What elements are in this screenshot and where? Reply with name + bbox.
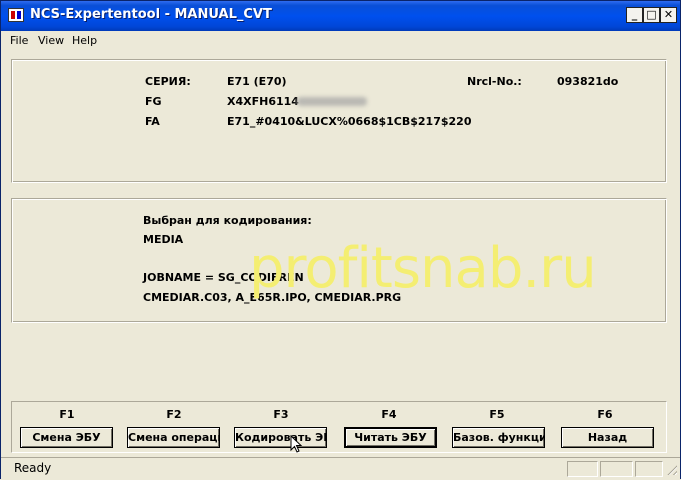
close-button[interactable]: ✕: [660, 7, 677, 23]
back-button[interactable]: Назад: [561, 427, 654, 448]
basic-functions-button[interactable]: Базов. функции: [452, 427, 545, 448]
change-ecu-button[interactable]: Смена ЭБУ: [20, 427, 113, 448]
status-text: Ready: [14, 461, 52, 475]
watermark-text: profitsnab.ru: [249, 236, 597, 301]
nrcl-value: 093821do: [557, 75, 619, 88]
f6-key-label: F6: [597, 408, 613, 421]
maximize-button[interactable]: □: [643, 7, 660, 23]
status-bar: Ready: [1, 457, 680, 480]
status-cell: [567, 461, 598, 477]
fa-value: E71_#0410&LUCX%0668$1CB$217$220: [227, 115, 472, 128]
menu-bar: File View Help: [1, 31, 680, 50]
f1-key-label: F1: [59, 408, 75, 421]
change-operation-button[interactable]: Смена операции: [127, 427, 220, 448]
title-bar[interactable]: NCS-Expertentool - MANUAL_CVT _ □ ✕: [1, 1, 680, 31]
menu-file[interactable]: File: [10, 34, 28, 47]
f2-key-label: F2: [166, 408, 182, 421]
redacted-vin-blur: [297, 97, 367, 106]
app-icon: [8, 8, 24, 22]
mouse-cursor-icon: [290, 435, 303, 453]
nrcl-label: Nrcl-No.:: [467, 75, 522, 88]
code-ecu-button[interactable]: Кодировать ЭБУ: [234, 427, 327, 448]
window-title: NCS-Expertentool - MANUAL_CVT: [30, 7, 272, 22]
status-cell: [635, 461, 663, 477]
fg-label: FG: [145, 95, 162, 108]
minimize-button[interactable]: _: [626, 7, 643, 23]
f5-key-label: F5: [489, 408, 505, 421]
coding-module: MEDIA: [143, 233, 184, 246]
main-window: NCS-Expertentool - MANUAL_CVT _ □ ✕ File…: [0, 0, 681, 480]
f4-key-label: F4: [381, 408, 397, 421]
f3-key-label: F3: [273, 408, 289, 421]
series-label: СЕРИЯ:: [145, 75, 191, 88]
series-value: E71 (E70): [227, 75, 287, 88]
coding-selected-label: Выбран для кодирования:: [143, 214, 312, 227]
menu-view[interactable]: View: [38, 34, 64, 47]
fg-value: X4XFH6114: [227, 95, 299, 108]
status-cell: [600, 461, 633, 477]
read-ecu-button[interactable]: Читать ЭБУ: [344, 427, 437, 448]
menu-help[interactable]: Help: [72, 34, 97, 47]
fa-label: FA: [145, 115, 160, 128]
